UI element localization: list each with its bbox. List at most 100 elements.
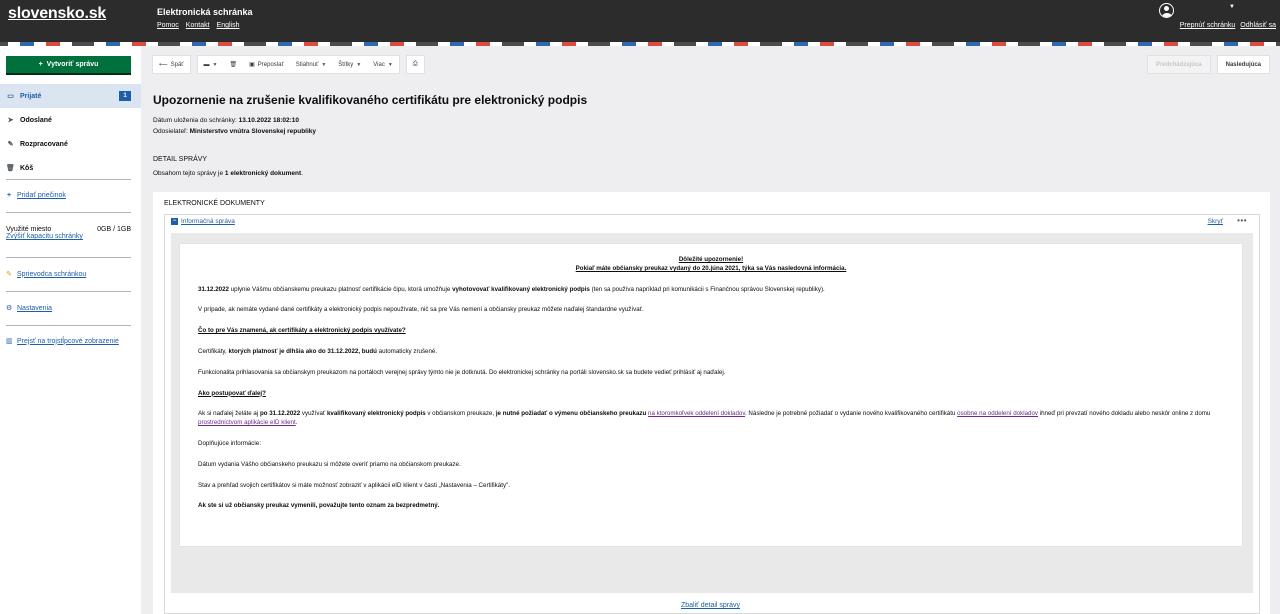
more-dropdown[interactable]: Viac ▼ (367, 56, 399, 73)
pencil-icon: ✎ (7, 141, 14, 148)
detail-summary-suffix: . (301, 170, 303, 177)
previous-message-button[interactable]: Predchádzajúca (1146, 55, 1211, 74)
three-column-view-link[interactable]: ▥ Prejsť na trojstĺpcové zobrazenie (6, 337, 119, 346)
site-logo[interactable]: slovensko.sk (8, 5, 106, 23)
help-link[interactable]: Pomoc (157, 22, 179, 29)
document-office-link[interactable]: na ktoromkoľvek oddelení dokladov (648, 410, 745, 417)
hide-document-link[interactable]: Skryť (1208, 218, 1223, 225)
sidebar-item-drafts[interactable]: ✎ Rozpracované (0, 132, 141, 156)
logout-link[interactable]: Odhlásiť sa (1240, 22, 1276, 29)
main-content: ⟵ Späť ▬ ▼ 🗑 ▣ Preposlať Stiahnuť ▼ Štít… (141, 46, 1280, 614)
text: v občianskom preukaze, (425, 410, 496, 418)
labels-dropdown[interactable]: Štítky ▼ (332, 56, 367, 73)
document-viewer: Dôležité upozornenie! Pokiaľ máte občian… (171, 233, 1253, 593)
collapse-icon: − (171, 218, 178, 225)
trash-icon: 🗑 (6, 165, 15, 172)
text: . Následne je potrebné požiadať o vydani… (744, 410, 958, 418)
sidebar-item-inbox[interactable]: ▭ Prijaté 1 (0, 84, 141, 108)
switch-mailbox-link[interactable]: Prepnúť schránku (1180, 22, 1236, 29)
chevron-down-icon: ▼ (212, 61, 218, 68)
text: . (295, 419, 298, 427)
move-folder-button[interactable]: ▬ ▼ (198, 56, 224, 73)
sidebar-divider (6, 179, 131, 180)
sidebar-divider (6, 291, 131, 292)
folder-icon: ▬ (203, 61, 210, 68)
sidebar: + Vytvoriť správu ▭ Prijaté 1 ➤ Odoslané… (0, 46, 141, 614)
more-label: Viac (373, 61, 385, 68)
mailbox-guide-link[interactable]: ✎ Sprievodca schránkou (6, 270, 87, 279)
send-icon: ➤ (7, 117, 14, 124)
document-toggle[interactable]: − Informačná správa (171, 218, 235, 225)
back-button[interactable]: ⟵ Späť (153, 56, 190, 73)
chevron-down-icon: ▼ (387, 61, 393, 68)
inbox-icon: ▭ (7, 93, 14, 100)
document-paragraph: Funkcionalita prihlasovania sa občiansky… (198, 368, 726, 376)
delete-button[interactable]: 🗑 (224, 56, 244, 73)
date-value: 13.10.2022 18:02:10 (238, 117, 299, 124)
english-link[interactable]: English (217, 22, 240, 29)
gear-icon: ⚙ (6, 305, 13, 312)
sidebar-item-label: Prijaté (20, 92, 42, 100)
sidebar-divider (6, 257, 131, 258)
mailbox-guide-label: Sprievodca schránkou (17, 270, 87, 278)
document-office-personal-link[interactable]: osobne na oddelení dokladov (957, 410, 1038, 417)
sender-label: Odosielateľ: (153, 127, 188, 135)
document-paragraph: Dátum vydania Vášho občianskeho preukazu… (198, 460, 461, 468)
plus-icon: + (38, 61, 43, 68)
eid-client-link[interactable]: prostredníctvom aplikácie eID klient (198, 419, 296, 426)
message-title: Upozornenie na zrušenie kvalifikovaného … (153, 93, 588, 107)
sidebar-item-label: Kôš (20, 164, 34, 172)
header-service-links: Pomoc Kontakt English (157, 22, 240, 29)
detail-summary: Obsahom tejto správy je 1 elektronický d… (153, 170, 303, 177)
user-avatar-icon[interactable] (1159, 3, 1174, 18)
text-bold: je nutné požiadať o výmenu občianskeho p… (495, 410, 647, 418)
document-name: Informačná správa (181, 218, 235, 225)
create-message-label: Vytvoriť správu (46, 61, 99, 68)
header-bar: slovensko.sk Elektronická schránka Pomoc… (0, 0, 1280, 42)
increase-capacity-link[interactable]: Zvýšiť kapacitu schránky (6, 233, 83, 240)
text-bold: kvalifikovaný elektronický podpis (326, 410, 426, 418)
message-meta: Dátum uloženia do schránky: 13.10.2022 1… (153, 116, 316, 137)
next-message-button[interactable]: Nasledujúca (1216, 55, 1270, 74)
sender-value: Ministerstvo vnútra Slovenskej republiky (189, 127, 317, 135)
forward-label: Preposlať (257, 61, 284, 68)
download-dropdown[interactable]: Stiahnuť ▼ (290, 56, 333, 73)
more-options-icon[interactable]: ••• (1237, 216, 1247, 225)
detail-heading: DETAIL SPRÁVY (153, 156, 208, 163)
text-bold: po 31.12.2022 (259, 410, 301, 418)
document-paragraph: Certifikáty, ktorých platnosť je dlhšia … (198, 348, 1224, 357)
text: Certifikáty, (198, 347, 229, 355)
document-paragraph: Doplňujúce informácie: (198, 439, 261, 447)
sidebar-item-trash[interactable]: 🗑 Kôš (0, 156, 141, 180)
storage-value: 0GB / 1GB (97, 226, 131, 233)
message-toolbar: ⟵ Späť ▬ ▼ 🗑 ▣ Preposlať Stiahnuť ▼ Štít… (152, 55, 425, 74)
documents-heading: ELEKTRONICKÉ DOKUMENTY (164, 200, 265, 207)
printer-icon: ⎙ (412, 61, 418, 67)
settings-link[interactable]: ⚙ Nastavenia (6, 304, 53, 313)
settings-label: Nastavenia (17, 304, 53, 312)
arrow-left-icon: ⟵ (159, 62, 168, 68)
sidebar-divider (6, 212, 131, 213)
message-pager: Predchádzajúca Nasledujúca (1146, 55, 1270, 74)
chevron-down-icon: ▼ (356, 61, 362, 68)
collapse-detail-container: Zbaliť detail správy (141, 602, 1280, 609)
create-message-button[interactable]: + Vytvoriť správu (6, 56, 131, 75)
wand-icon: ✎ (6, 271, 12, 278)
sidebar-item-sent[interactable]: ➤ Odoslané (0, 108, 141, 132)
sidebar-item-label: Rozpracované (20, 140, 68, 148)
forward-button[interactable]: ▣ Preposlať (243, 56, 290, 73)
document-panel: − Informačná správa Skryť ••• Dôležité u… (164, 214, 1260, 614)
download-label: Stiahnuť (295, 61, 319, 68)
collapse-detail-link[interactable]: Zbaliť detail správy (681, 602, 740, 609)
print-button[interactable]: ⎙ (407, 56, 424, 73)
header-account-links: Prepnúť schránku Odhlásiť sa (1180, 22, 1276, 29)
add-folder-link[interactable]: + Pridať priečinok (6, 192, 66, 199)
document-paragraph: 31.12.2022 uplynie Vášmu občianskemu pre… (198, 286, 1224, 295)
document-paragraph: Ak si naďalej želáte aj po 31.12.2022 vy… (198, 410, 1224, 428)
text: automaticky zrušené. (376, 347, 438, 355)
contact-link[interactable]: Kontakt (186, 22, 210, 29)
columns-icon: ▥ (6, 338, 13, 345)
trash-icon: 🗑 (229, 62, 238, 68)
text-bold: 31.12.2022 (198, 285, 229, 293)
user-menu-caret-icon[interactable]: ▼ (1229, 4, 1235, 10)
